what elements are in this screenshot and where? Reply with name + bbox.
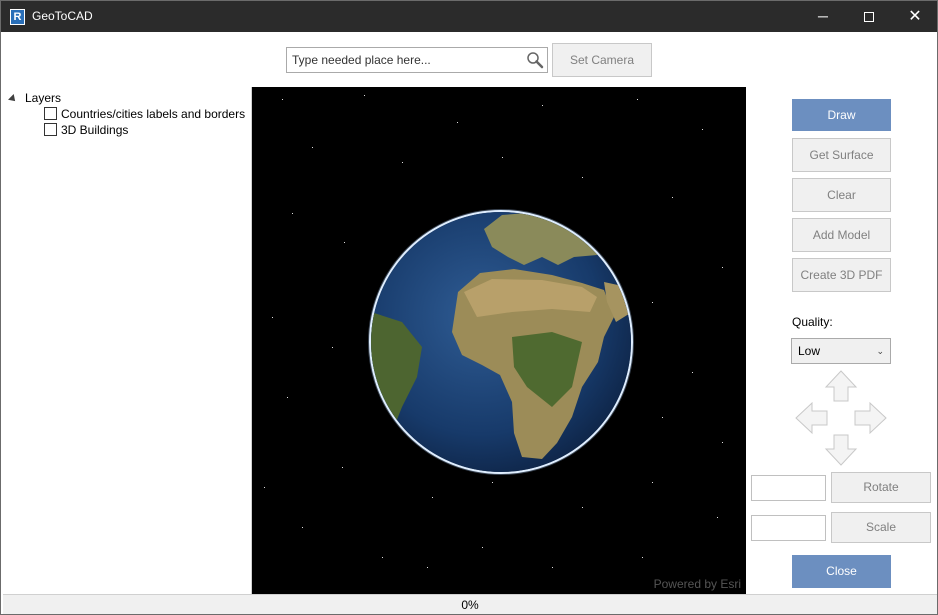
scale-value-input[interactable] bbox=[751, 515, 826, 541]
scale-button[interactable]: Scale bbox=[831, 512, 931, 543]
arrow-down-icon[interactable] bbox=[824, 434, 858, 466]
layer-item-label: Countries/cities labels and borders bbox=[61, 107, 246, 121]
layers-root-label: Layers bbox=[25, 91, 62, 105]
direction-pad bbox=[795, 370, 887, 466]
rotate-value-input[interactable] bbox=[751, 475, 826, 501]
draw-button[interactable]: Draw bbox=[792, 99, 891, 131]
title-bar[interactable]: R GeoToCAD ─ ✕ bbox=[1, 1, 937, 32]
clear-button[interactable]: Clear bbox=[792, 178, 891, 212]
progress-text: 0% bbox=[461, 598, 479, 612]
search-icon[interactable] bbox=[526, 51, 544, 69]
quality-label: Quality: bbox=[792, 315, 833, 329]
close-window-button[interactable]: ✕ bbox=[892, 1, 938, 32]
revit-app-icon: R bbox=[10, 9, 25, 25]
close-button[interactable]: Close bbox=[792, 555, 891, 588]
globe-map-view[interactable]: Powered by Esri bbox=[252, 87, 746, 594]
quality-selected-value: Low bbox=[798, 344, 821, 358]
maximize-icon bbox=[864, 12, 874, 23]
place-search-input[interactable] bbox=[292, 51, 520, 69]
add-model-button[interactable]: Add Model bbox=[792, 218, 891, 252]
set-camera-button[interactable]: Set Camera bbox=[552, 43, 652, 77]
minimize-button[interactable]: ─ bbox=[800, 1, 846, 32]
window-title: GeoToCAD bbox=[32, 9, 93, 23]
quality-dropdown[interactable]: Low ⌄ bbox=[791, 338, 891, 364]
get-surface-button[interactable]: Get Surface bbox=[792, 138, 891, 172]
expand-arrow-icon[interactable] bbox=[8, 93, 18, 104]
rotate-button[interactable]: Rotate bbox=[831, 472, 931, 503]
layer-item-labels-borders[interactable]: Countries/cities labels and borders bbox=[44, 107, 245, 121]
arrow-up-icon[interactable] bbox=[824, 370, 858, 402]
geotocad-window: R GeoToCAD ─ ✕ Set Camera Layers Countri… bbox=[0, 0, 938, 615]
maximize-button[interactable] bbox=[846, 1, 892, 32]
create-3d-pdf-button[interactable]: Create 3D PDF bbox=[792, 258, 891, 292]
3d-buildings-checkbox[interactable] bbox=[44, 123, 57, 137]
progress-bar: 0% bbox=[3, 594, 937, 614]
arrow-left-icon[interactable] bbox=[795, 401, 828, 435]
place-search-box[interactable] bbox=[286, 47, 548, 73]
layers-tree-root[interactable]: Layers bbox=[8, 91, 62, 105]
layers-panel: Layers Countries/cities labels and borde… bbox=[3, 87, 252, 594]
earth-globe[interactable] bbox=[252, 87, 746, 594]
layer-item-3d-buildings[interactable]: 3D Buildings bbox=[44, 123, 128, 137]
esri-attribution: Powered by Esri bbox=[653, 577, 741, 591]
chevron-down-icon: ⌄ bbox=[876, 346, 884, 356]
labels-borders-checkbox[interactable] bbox=[44, 107, 57, 121]
layer-item-label: 3D Buildings bbox=[61, 123, 129, 137]
arrow-right-icon[interactable] bbox=[854, 401, 887, 435]
